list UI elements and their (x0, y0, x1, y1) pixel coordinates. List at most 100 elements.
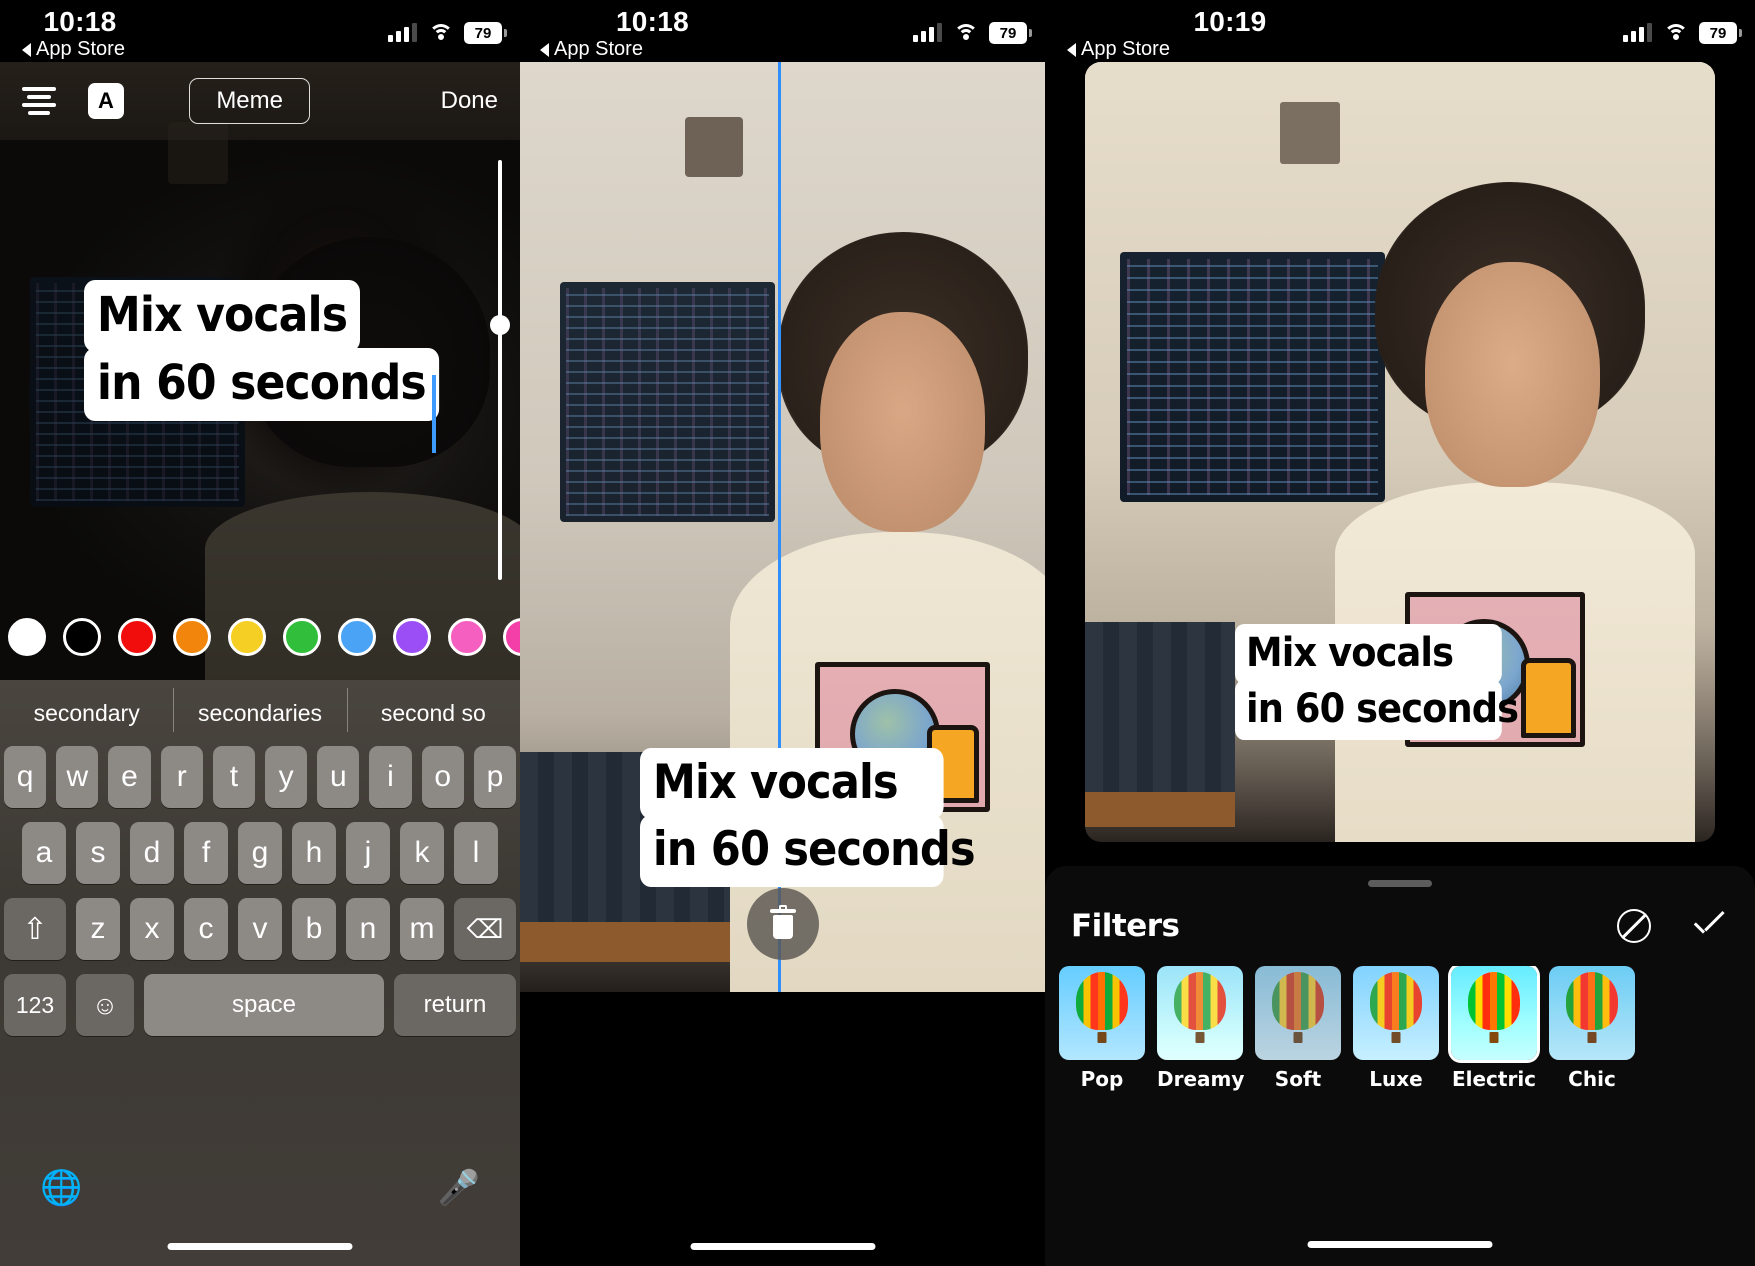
key-e[interactable]: e (108, 746, 151, 808)
status-back-app-store[interactable]: App Store (1067, 38, 1170, 61)
meme-text-overlay-1[interactable]: Mix vocals in 60 seconds (84, 280, 439, 453)
font-size-slider-knob[interactable] (490, 315, 510, 335)
filter-item-chic[interactable]: Chic (1549, 966, 1635, 1091)
key-t[interactable]: t (212, 746, 255, 808)
filter-label: Electric (1451, 1067, 1537, 1091)
status-indicators: 79 (913, 22, 1032, 44)
color-swatch-5[interactable] (283, 618, 321, 656)
hot-air-balloon-icon (1076, 972, 1128, 1030)
keyboard-suggestion-1[interactable]: secondaries (173, 687, 346, 732)
key-z[interactable]: z (76, 898, 120, 960)
cellular-bars-icon (913, 23, 942, 42)
filter-list[interactable]: Pop Dreamy Soft Luxe Electric Chic (1059, 966, 1755, 1091)
status-time: 10:18 (43, 6, 117, 37)
scene-desk (1085, 792, 1235, 827)
filter-item-luxe[interactable]: Luxe (1353, 966, 1439, 1091)
font-size-slider[interactable] (490, 160, 510, 580)
key-w[interactable]: w (56, 746, 99, 808)
color-swatch-4[interactable] (228, 618, 266, 656)
space-key[interactable]: space (144, 974, 384, 1036)
keyboard-letters-3: zxcvbnm (76, 898, 444, 960)
color-swatch-1[interactable] (63, 618, 101, 656)
checkmark-icon[interactable] (1693, 915, 1729, 937)
key-m[interactable]: m (400, 898, 444, 960)
filters-actions (1617, 909, 1729, 943)
text-editor-toolbar: A Meme Done (0, 62, 520, 140)
key-v[interactable]: v (238, 898, 282, 960)
color-swatch-8[interactable] (448, 618, 486, 656)
key-d[interactable]: d (130, 822, 174, 884)
color-swatch-6[interactable] (338, 618, 376, 656)
no-filter-icon[interactable] (1617, 909, 1651, 943)
keyboard-suggestion-0[interactable]: secondary (0, 700, 173, 727)
panel-2-bottom-area (520, 992, 1045, 1266)
color-swatch-2[interactable] (118, 618, 156, 656)
key-s[interactable]: s (76, 822, 120, 884)
text-style-meme-button[interactable]: Meme (189, 78, 310, 124)
key-n[interactable]: n (346, 898, 390, 960)
key-c[interactable]: c (184, 898, 228, 960)
key-h[interactable]: h (292, 822, 336, 884)
key-o[interactable]: o (421, 746, 464, 808)
meme-text-overlay-2[interactable]: Mix vocals in 60 seconds (640, 748, 976, 887)
key-k[interactable]: k (400, 822, 444, 884)
scene-face (1425, 262, 1600, 487)
filter-item-pop[interactable]: Pop (1059, 966, 1145, 1091)
status-back-label: App Store (1081, 38, 1170, 60)
key-a[interactable]: a (22, 822, 66, 884)
hot-air-balloon-icon (1272, 972, 1324, 1030)
filter-item-electric[interactable]: Electric (1451, 966, 1537, 1091)
status-indicators: 79 (388, 22, 507, 44)
globe-icon[interactable]: 🌐 (40, 1168, 82, 1208)
key-u[interactable]: u (317, 746, 360, 808)
key-l[interactable]: l (454, 822, 498, 884)
keyboard-row-1: qwertyuiop (3, 746, 517, 808)
emoji-smiley-icon[interactable]: ☺ (76, 974, 134, 1036)
key-q[interactable]: q (3, 746, 47, 808)
key-x[interactable]: x (130, 898, 174, 960)
battery-icon: 79 (464, 22, 507, 44)
key-j[interactable]: j (346, 822, 390, 884)
color-swatch-7[interactable] (393, 618, 431, 656)
key-b[interactable]: b (292, 898, 336, 960)
sheet-grabber-handle[interactable] (1368, 880, 1432, 887)
key-p[interactable]: p (473, 746, 517, 808)
return-key[interactable]: return (394, 974, 516, 1036)
shift-key[interactable]: ⇧ (4, 898, 66, 960)
status-back-label: App Store (554, 38, 643, 60)
done-button[interactable]: Done (441, 87, 498, 115)
color-swatch-row[interactable] (0, 600, 520, 674)
backspace-key[interactable]: ⌫ (454, 898, 516, 960)
text-align-icon[interactable] (22, 87, 56, 115)
color-swatch-9[interactable] (503, 618, 520, 656)
meme-text-line-1: Mix vocals (84, 280, 361, 353)
status-back-app-store[interactable]: App Store (22, 38, 125, 61)
microphone-icon[interactable]: 🎤 (438, 1168, 480, 1208)
color-swatch-0[interactable] (8, 618, 46, 656)
meme-text-line-2: in 60 seconds (640, 815, 976, 887)
panel-video-with-caption: 10:18 App Store 79 Mix vocals in 60 seco… (520, 0, 1045, 1266)
keyboard-suggestion-2[interactable]: second so (346, 687, 520, 732)
panel-text-editor: 10:18 App Store 79 A Meme Done Mix vocal… (0, 0, 520, 1266)
key-y[interactable]: y (265, 746, 308, 808)
numbers-key[interactable]: 123 (4, 974, 66, 1036)
video-preview-3[interactable]: Mix vocals in 60 seconds (1085, 62, 1715, 842)
font-style-button[interactable]: A (88, 83, 124, 119)
color-swatch-3[interactable] (173, 618, 211, 656)
filter-item-dreamy[interactable]: Dreamy (1157, 966, 1244, 1091)
status-back-app-store[interactable]: App Store (540, 38, 643, 61)
keyboard-suggestions: secondary secondaries second so (0, 680, 520, 746)
hot-air-balloon-icon (1370, 972, 1422, 1030)
key-i[interactable]: i (369, 746, 412, 808)
hot-air-balloon-icon (1566, 972, 1618, 1030)
meme-text-line-2: in 60 seconds (84, 348, 439, 421)
delete-text-button[interactable] (746, 888, 819, 960)
filter-label: Soft (1274, 1067, 1322, 1091)
key-r[interactable]: r (160, 746, 203, 808)
home-indicator-2 (690, 1243, 875, 1250)
home-indicator-1 (167, 1243, 353, 1250)
key-g[interactable]: g (238, 822, 282, 884)
status-bar-2: 10:18 App Store 79 (520, 0, 1045, 62)
key-f[interactable]: f (184, 822, 228, 884)
filter-item-soft[interactable]: Soft (1255, 966, 1341, 1091)
